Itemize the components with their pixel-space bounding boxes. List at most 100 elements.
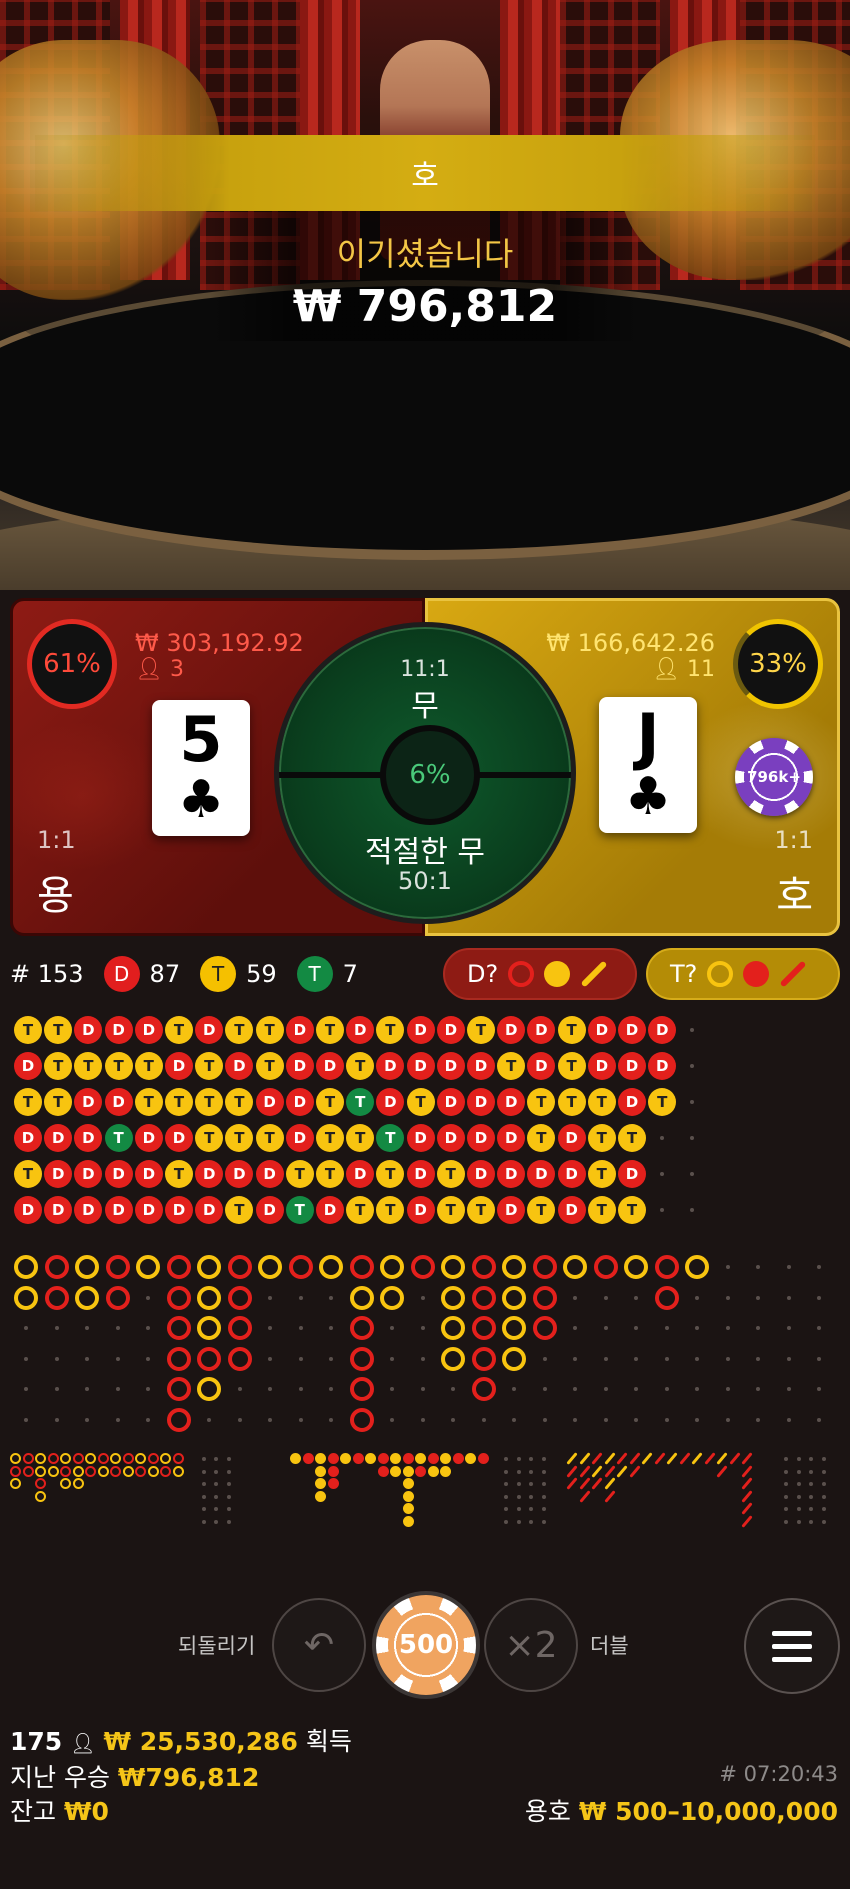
small-road-dot [402,1453,414,1464]
tiger-bead: T [648,1088,677,1116]
empty-cell-dot [85,1356,89,1361]
bead-road[interactable]: TTDDDTDTTDTDTDDTDDTDDDDTTTTDTDTDDTDDDDTD… [14,1016,834,1232]
dragon-ring [349,1377,374,1401]
empty-cell-dot [329,1295,333,1300]
tiger-ring [349,1285,374,1310]
menu-button[interactable] [744,1598,840,1694]
empty-cell-dot [298,1326,303,1330]
dragon-ring [471,1316,496,1340]
empty-cell-dot [390,1417,394,1422]
empty-cell-dot [817,1387,821,1391]
last-win: 지난 우승 ₩796,812 [10,1758,259,1794]
small-road-dot [327,1453,339,1464]
cockroach-slash [603,1477,616,1490]
big-eye-ring [47,1465,59,1477]
empty-cell-dot [214,1494,218,1499]
tiger-bead: T [165,1160,193,1188]
dragon-prediction-button[interactable]: D? [443,948,637,1000]
empty-cell-dot [634,1387,638,1391]
empty-cell-dot [695,1295,699,1300]
double-button[interactable]: ×2 [484,1598,578,1692]
tiger-ring [441,1285,465,1310]
dragon-bead: D [406,1196,435,1224]
tiger-bead: T [346,1196,375,1224]
table-limits[interactable]: 용호 ₩ 500–10,000,000 [525,1792,838,1828]
tiger-ring [197,1255,221,1279]
dragon-ring [166,1285,191,1310]
empty-cell-dot [690,1172,695,1176]
derived-roads[interactable] [10,1452,840,1543]
big-road[interactable] [14,1255,834,1435]
empty-cell-dot [725,1356,730,1361]
empty-cell-dot [298,1387,303,1391]
undo-icon: ↶ [303,1624,335,1666]
tiger-bead: T [195,1088,224,1116]
dragon-bead: D [14,1124,42,1152]
empty-cell-dot [226,1507,231,1511]
empty-cell-dot [634,1417,638,1422]
dragon-ring [349,1316,374,1340]
dragon-bead: D [618,1160,646,1188]
empty-cell-dot [226,1494,231,1499]
empty-cell-dot [817,1356,821,1361]
empty-cell-dot [784,1494,788,1499]
big-eye-ring [10,1478,21,1489]
empty-cell-dot [784,1507,788,1511]
empty-cell-dot [451,1417,455,1422]
empty-cell-dot [298,1417,303,1422]
empty-cell-dot [214,1469,218,1474]
dragon-bead: D [648,1052,677,1080]
dragon-bead: D [648,1016,677,1044]
tiger-bet-percentage: 33% [733,619,823,709]
suited-tie-label[interactable]: 적절한 무 [279,827,571,871]
empty-cell-dot [634,1295,638,1300]
dragon-bead: D [134,1124,163,1152]
empty-cell-dot [541,1494,546,1499]
tiger-bead: T [225,1196,254,1224]
tiger-total-stake: ₩ 166,642.26 [546,629,715,657]
empty-cell-dot [573,1387,577,1391]
cockroach-slash-icon [779,960,807,988]
empty-cell-dot [541,1507,546,1511]
empty-cell-dot [756,1295,760,1300]
tiger-bead: T [557,1088,586,1116]
big-eye-ring-icon [707,961,734,987]
dragon-player-count-value: 3 [169,657,184,682]
big-eye-ring [22,1453,34,1464]
balance: 잔고 ₩0 [10,1792,109,1828]
tiger-ring [502,1255,526,1279]
empty-cell-dot [725,1326,730,1330]
cockroach-slash [741,1489,753,1503]
tiger-bead: T [406,1088,435,1116]
big-eye-ring [72,1453,84,1464]
empty-cell-dot [796,1482,801,1486]
dragon-ring [166,1255,191,1279]
big-eye-ring [160,1465,171,1477]
chip-selector[interactable]: 500 [376,1595,476,1695]
dragon-bead: D [527,1160,556,1188]
big-eye-ring [35,1453,46,1464]
tiger-bead: T [316,1088,344,1116]
small-road-dot [415,1465,426,1477]
empty-cell-dot [24,1387,28,1391]
empty-cell-dot [504,1469,508,1474]
empty-cell-dot [237,1387,242,1391]
tiger-prediction-button[interactable]: T? [646,948,840,1000]
big-eye-ring [97,1453,109,1464]
empty-cell-dot [695,1326,699,1330]
undo-button[interactable]: ↶ [272,1598,366,1692]
empty-cell-dot [529,1494,533,1499]
small-road-dot [402,1478,414,1489]
empty-cell-dot [504,1457,508,1461]
tiger-bead: T [557,1016,586,1044]
hamburger-icon [772,1656,812,1662]
cockroach-slash [591,1452,603,1465]
empty-cell-dot [817,1326,821,1330]
hamburger-icon [772,1643,812,1649]
tie-bet-spot[interactable]: 11:1 무 6% 적절한 무 50:1 [274,622,576,924]
big-eye-ring [35,1478,46,1489]
dragon-bead: D [497,1016,526,1044]
empty-cell-dot [786,1387,791,1391]
empty-cell-dot [420,1326,425,1330]
round-count: # 153 [10,960,84,988]
